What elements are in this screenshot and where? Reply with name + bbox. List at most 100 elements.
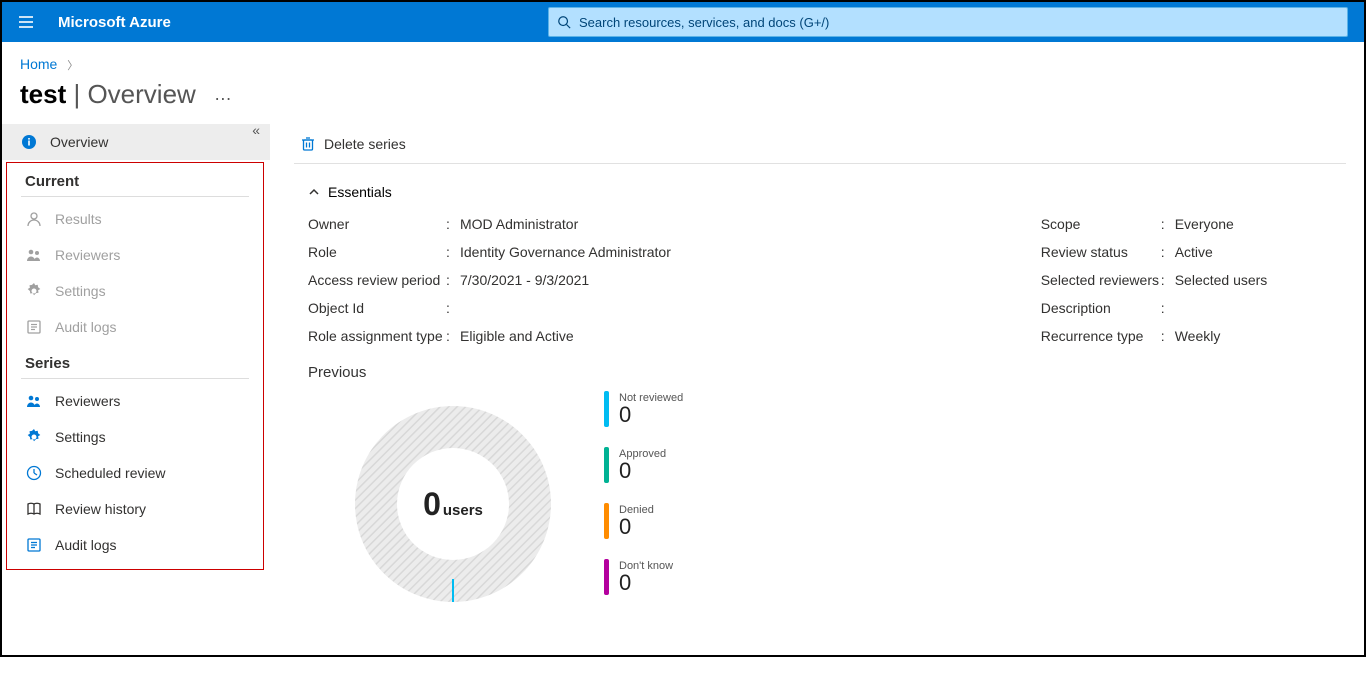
hamburger-icon xyxy=(17,13,35,31)
essentials-grid: Owner:MOD Administrator Role:Identity Go… xyxy=(308,210,1346,350)
section-header-series: Series xyxy=(7,345,263,378)
scope-value: Everyone xyxy=(1175,216,1234,232)
role-value: Identity Governance Administrator xyxy=(460,244,671,260)
essentials-right: Scope:Everyone Review status:Active Sele… xyxy=(1041,210,1346,350)
sidebar-label: Settings xyxy=(55,429,106,445)
more-button[interactable]: … xyxy=(214,84,232,105)
section-header-current: Current xyxy=(7,163,263,196)
owner-label: Owner xyxy=(308,216,446,232)
breadcrumb: Home 〉 xyxy=(2,42,1364,73)
rec-label: Recurrence type xyxy=(1041,328,1161,344)
main-content: Delete series Essentials Owner:MOD Admin… xyxy=(270,124,1364,673)
sidebar-item-settings-current[interactable]: Settings xyxy=(7,273,263,309)
object-label: Object Id xyxy=(308,300,446,316)
log-icon xyxy=(25,318,43,336)
clock-icon xyxy=(25,464,43,482)
delete-series-button[interactable]: Delete series xyxy=(294,136,412,152)
legend-value: 0 xyxy=(619,572,673,594)
legend-bar-icon xyxy=(604,559,609,595)
sidebar-item-reviewers-series[interactable]: Reviewers xyxy=(7,383,263,419)
divider xyxy=(21,378,249,379)
desc-label: Description xyxy=(1041,300,1161,316)
toolbar-label: Delete series xyxy=(324,136,406,152)
sel-value: Selected users xyxy=(1175,272,1268,288)
legend-denied: Denied 0 xyxy=(604,503,683,539)
sidebar-label: Review history xyxy=(55,501,146,517)
legend-value: 0 xyxy=(619,516,654,538)
search-box[interactable] xyxy=(548,7,1348,37)
page-title-name: test xyxy=(20,79,66,110)
sidebar-item-audit-series[interactable]: Audit logs xyxy=(7,527,263,563)
search-wrap xyxy=(171,7,1364,37)
people-icon xyxy=(25,246,43,264)
period-label: Access review period xyxy=(308,272,446,288)
donut-center: 0 users xyxy=(338,389,568,619)
page-title-bar: test | Overview … xyxy=(2,73,1364,124)
sidebar-label: Audit logs xyxy=(55,537,116,553)
donut-value: 0 xyxy=(423,486,441,523)
sidebar-label: Settings xyxy=(55,283,106,299)
period-value: 7/30/2021 - 9/3/2021 xyxy=(460,272,589,288)
scope-label: Scope xyxy=(1041,216,1161,232)
sidebar-item-results[interactable]: Results xyxy=(7,201,263,237)
essentials-left: Owner:MOD Administrator Role:Identity Go… xyxy=(308,210,1041,350)
sidebar-label: Overview xyxy=(50,134,108,150)
sidebar-item-audit-current[interactable]: Audit logs xyxy=(7,309,263,345)
brand-label: Microsoft Azure xyxy=(58,14,171,31)
search-icon xyxy=(557,15,571,29)
donut-unit: users xyxy=(443,502,483,519)
previous-label: Previous xyxy=(308,364,1346,381)
sidebar: « Overview Current Results Reviewers xyxy=(2,124,270,673)
log-icon xyxy=(25,536,43,554)
donut-chart: 0 users xyxy=(338,389,568,619)
sidebar-label: Reviewers xyxy=(55,247,120,263)
menu-button[interactable] xyxy=(2,2,50,42)
legend-bar-icon xyxy=(604,447,609,483)
page-title-section: | Overview xyxy=(66,79,196,110)
info-icon xyxy=(20,133,38,151)
sidebar-label: Results xyxy=(55,211,102,227)
legend-bar-icon xyxy=(604,503,609,539)
sidebar-item-overview[interactable]: Overview xyxy=(2,124,270,160)
chevron-right-icon: 〉 xyxy=(67,60,78,72)
rat-label: Role assignment type xyxy=(308,328,446,344)
highlighted-section-box: Current Results Reviewers Settings xyxy=(6,162,264,570)
role-label: Role xyxy=(308,244,446,260)
sidebar-item-scheduled[interactable]: Scheduled review xyxy=(7,455,263,491)
toolbar: Delete series xyxy=(294,124,1346,164)
legend-value: 0 xyxy=(619,460,666,482)
top-bar: Microsoft Azure xyxy=(2,2,1364,42)
people-icon xyxy=(25,392,43,410)
gear-icon xyxy=(25,428,43,446)
sidebar-label: Scheduled review xyxy=(55,465,166,481)
legend: Not reviewed 0 Approved 0 Denied 0 xyxy=(604,389,683,615)
legend-approved: Approved 0 xyxy=(604,447,683,483)
gear-icon xyxy=(25,282,43,300)
divider xyxy=(21,196,249,197)
legend-dontknow: Don't know 0 xyxy=(604,559,683,595)
collapse-sidebar-button[interactable]: « xyxy=(252,122,260,138)
legend-value: 0 xyxy=(619,404,683,426)
rec-value: Weekly xyxy=(1175,328,1221,344)
sel-label: Selected reviewers xyxy=(1041,272,1161,288)
legend-bar-icon xyxy=(604,391,609,427)
breadcrumb-home[interactable]: Home xyxy=(20,56,57,72)
essentials-label: Essentials xyxy=(328,184,392,200)
person-icon xyxy=(25,210,43,228)
trash-icon xyxy=(300,136,316,152)
owner-value: MOD Administrator xyxy=(460,216,578,232)
rat-value: Eligible and Active xyxy=(460,328,574,344)
sidebar-item-reviewers-current[interactable]: Reviewers xyxy=(7,237,263,273)
chevron-up-icon xyxy=(308,186,320,198)
status-label: Review status xyxy=(1041,244,1161,260)
sidebar-label: Reviewers xyxy=(55,393,120,409)
search-input[interactable] xyxy=(579,15,1339,30)
sidebar-item-history[interactable]: Review history xyxy=(7,491,263,527)
legend-not-reviewed: Not reviewed 0 xyxy=(604,391,683,427)
status-value: Active xyxy=(1175,244,1213,260)
book-icon xyxy=(25,500,43,518)
chart-area: 0 users Not reviewed 0 Approved 0 xyxy=(338,389,1346,619)
sidebar-label: Audit logs xyxy=(55,319,116,335)
sidebar-item-settings-series[interactable]: Settings xyxy=(7,419,263,455)
essentials-toggle[interactable]: Essentials xyxy=(308,184,1346,200)
